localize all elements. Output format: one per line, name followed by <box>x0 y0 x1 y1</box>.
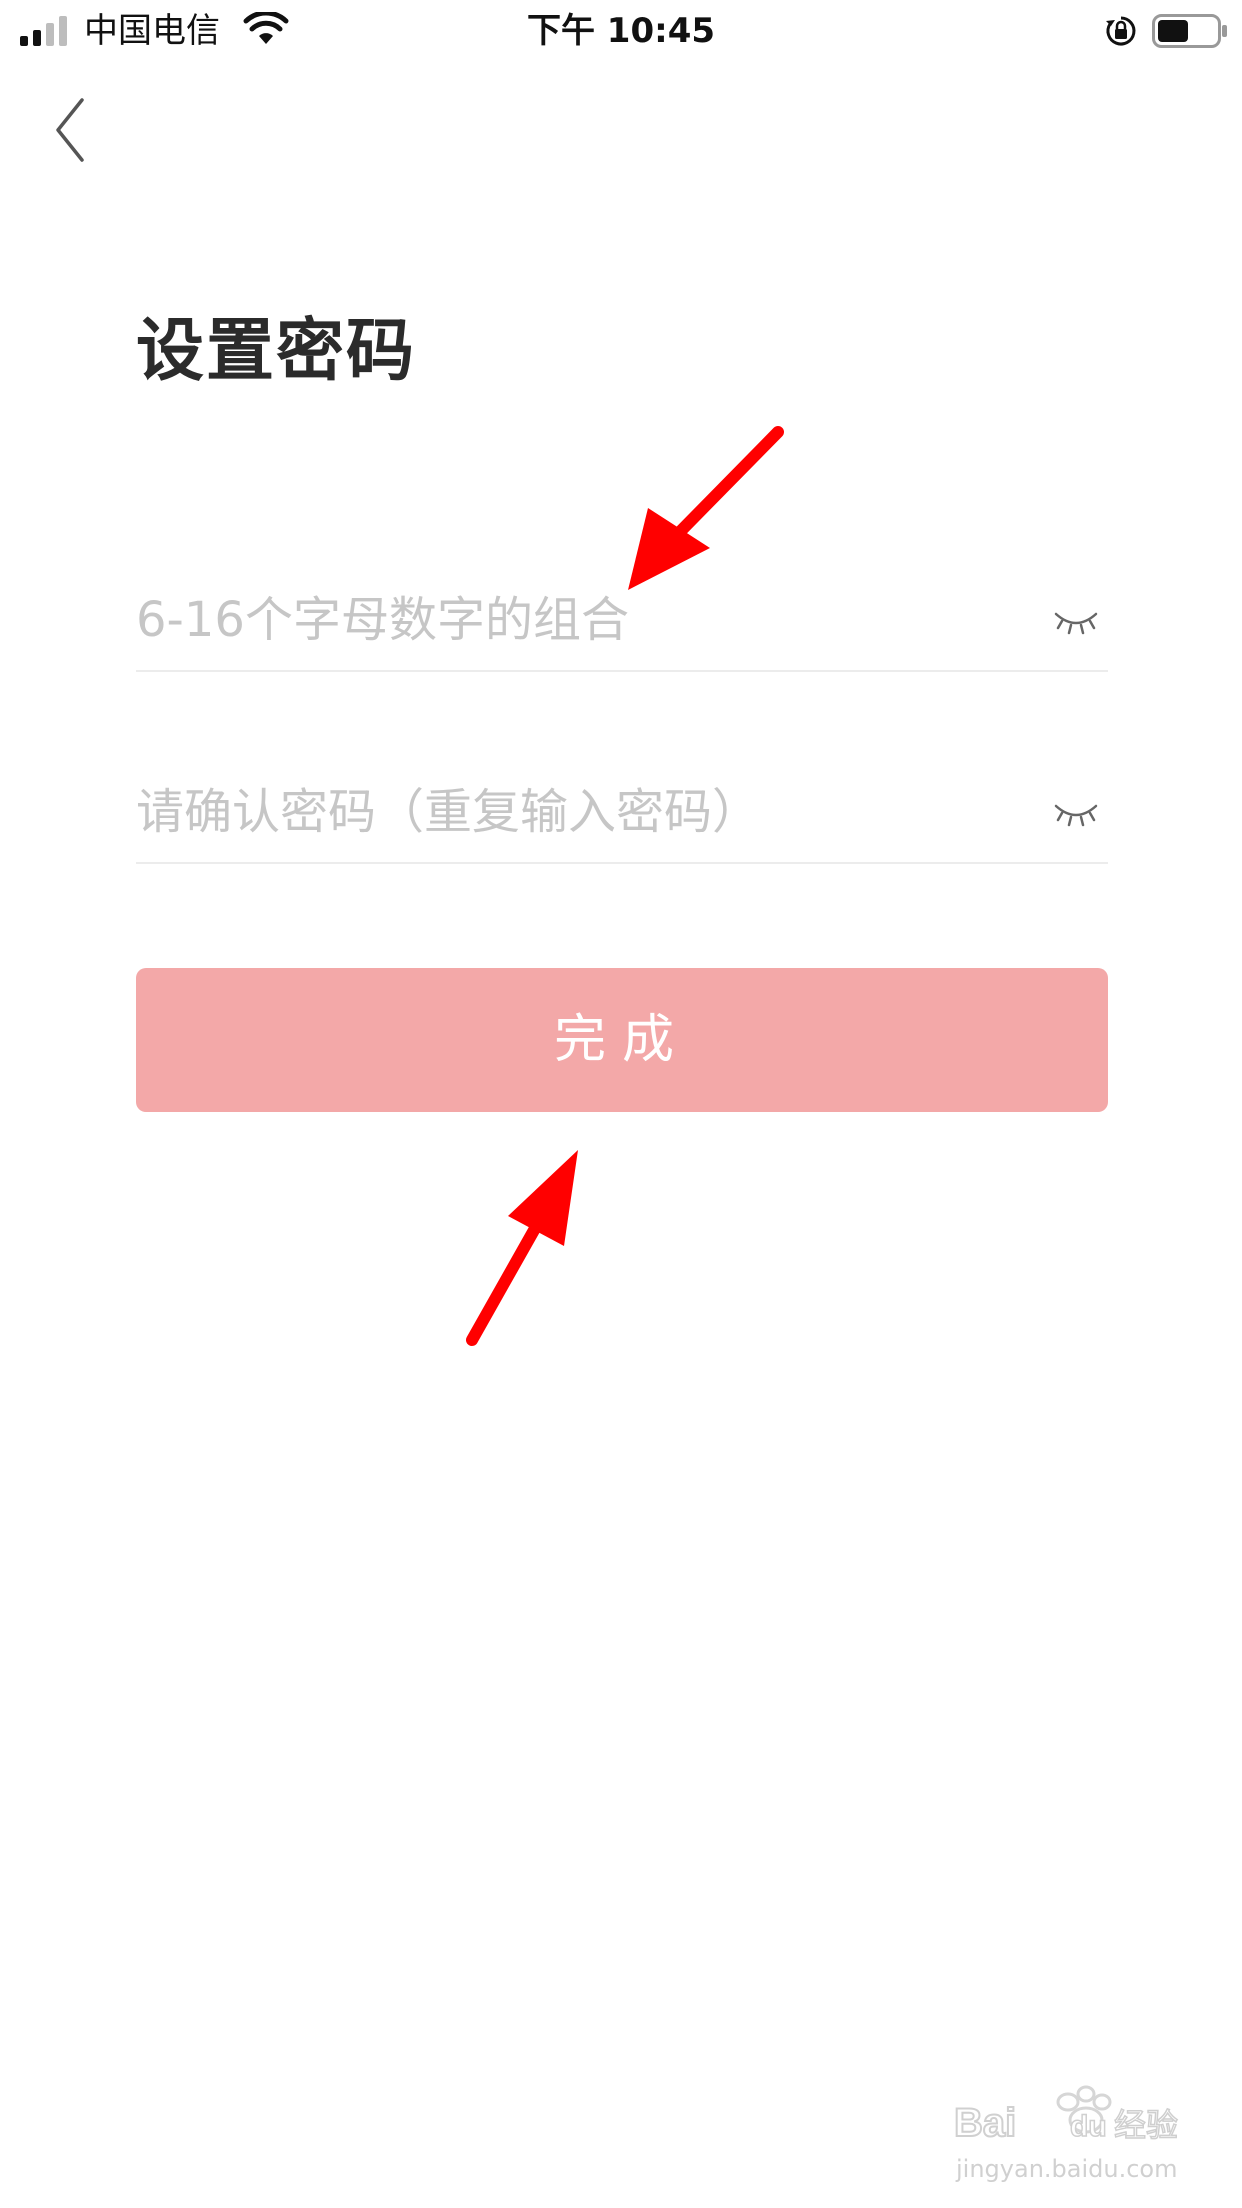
eye-closed-icon[interactable] <box>1052 798 1100 830</box>
back-button[interactable] <box>44 90 104 170</box>
submit-button[interactable]: 完成 <box>136 968 1108 1112</box>
watermark: Bai du 经验 jingyan.baidu.com <box>950 2080 1190 2190</box>
confirm-password-input[interactable] <box>136 762 1016 862</box>
watermark-url: jingyan.baidu.com <box>956 2155 1178 2183</box>
chevron-left-icon <box>56 98 84 162</box>
annotation-arrow-icon <box>628 426 784 590</box>
svg-text:du: du <box>1070 2110 1107 2143</box>
eye-closed-icon[interactable] <box>1052 606 1100 638</box>
baidu-jingyan-logo: Bai du 经验 <box>953 2085 1179 2146</box>
rotation-lock-icon <box>1106 16 1136 46</box>
svg-text:经验: 经验 <box>1114 2106 1178 2144</box>
password-input[interactable] <box>136 570 1016 670</box>
svg-text:Bai: Bai <box>954 2101 1016 2145</box>
page-title: 设置密码 <box>136 312 417 391</box>
status-bar: 中国电信 下午 10:45 <box>0 0 1242 62</box>
confirm-password-field <box>136 762 1108 864</box>
status-time: 下午 10:45 <box>526 11 716 51</box>
annotation-arrow-icon <box>466 1150 578 1346</box>
battery-icon <box>1152 14 1227 48</box>
